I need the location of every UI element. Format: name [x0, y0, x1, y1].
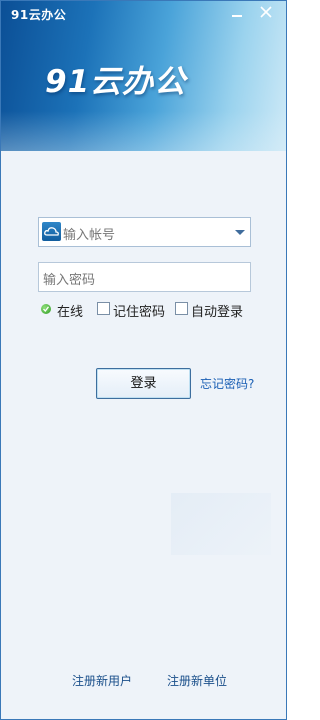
forgot-password-link[interactable]: 忘记密码? [200, 375, 254, 392]
cloud-icon [42, 222, 61, 241]
account-field[interactable]: 输入帐号 [38, 217, 251, 247]
remember-password-label: 记住密码 [113, 305, 166, 320]
auto-login-label: 自动登录 [191, 305, 244, 320]
status-label: 在线 [57, 305, 84, 320]
window-title: 91云办公 [11, 8, 67, 22]
password-input[interactable]: 输入密码 [43, 269, 95, 288]
app-logo: 91云办公 [45, 64, 187, 100]
password-field[interactable]: 输入密码 [38, 262, 251, 292]
dropdown-arrow-icon[interactable] [235, 230, 245, 235]
background-watermark [171, 493, 271, 555]
header-banner: 91云办公 91云办公 [1, 1, 286, 151]
login-window: 91云办公 91云办公 输入帐号 输入密码 在线 记住密码 自动登录 登录 忘记… [0, 0, 287, 720]
login-button[interactable]: 登录 [96, 368, 191, 399]
remember-password-checkbox[interactable] [97, 302, 110, 315]
online-status-icon [41, 304, 51, 314]
register-user-link[interactable]: 注册新用户 [72, 672, 132, 689]
close-icon[interactable] [255, 3, 277, 21]
minimize-icon[interactable] [226, 3, 248, 21]
register-unit-link[interactable]: 注册新单位 [167, 672, 227, 689]
account-input[interactable]: 输入帐号 [63, 224, 115, 243]
auto-login-checkbox[interactable] [175, 302, 188, 315]
